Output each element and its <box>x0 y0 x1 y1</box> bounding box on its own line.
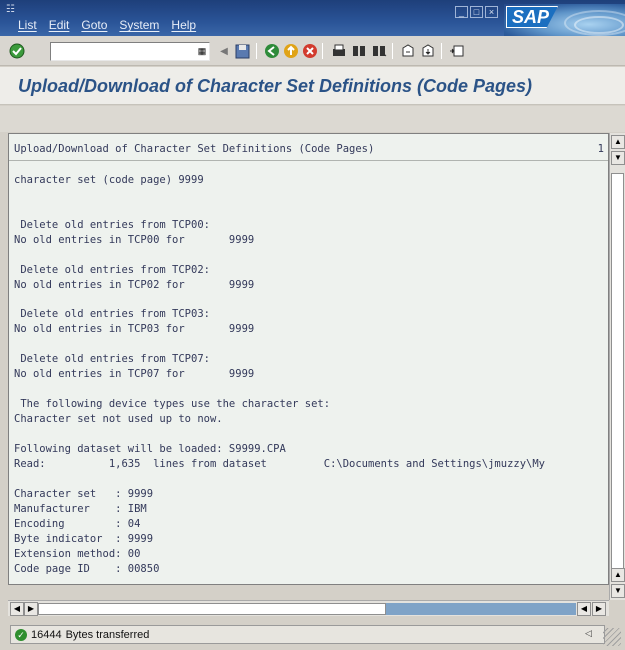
list-line: Character set not used up to now. <box>14 413 223 425</box>
menu-system[interactable]: System <box>119 18 159 32</box>
list-line: Read: 1,635 lines from dataset C:\Docume… <box>14 458 546 470</box>
list-line: Delete old entries from TCP02: <box>14 264 210 276</box>
menu-list[interactable]: List <box>18 18 37 32</box>
first-page-icon[interactable] <box>399 42 417 60</box>
enter-icon[interactable] <box>8 42 26 60</box>
list-header: Upload/Download of Character Set Definit… <box>14 143 375 155</box>
last-page-icon[interactable] <box>419 42 437 60</box>
command-field[interactable] <box>50 42 210 61</box>
status-text: Bytes transferred <box>65 628 150 641</box>
maximize-icon[interactable]: □ <box>470 6 483 18</box>
success-icon: ✓ <box>15 628 27 641</box>
list-line: Extension method: 00 <box>14 548 141 560</box>
page-down-icon[interactable]: ▼ <box>611 151 625 165</box>
title-area: Upload/Download of Character Set Definit… <box>0 67 625 105</box>
cancel-icon[interactable] <box>301 42 319 60</box>
scroll-right-step-icon[interactable]: ▶ <box>24 602 38 616</box>
back-icon[interactable] <box>263 42 281 60</box>
list-line: The following device types use the chara… <box>14 398 331 410</box>
vertical-scrollbar[interactable]: ▲ ▼ ▲ ▼ <box>609 133 625 600</box>
menu-bar: ☷ List Edit Goto System Help _ □ × SAP <box>0 0 625 38</box>
menu-help[interactable]: Help <box>171 18 196 32</box>
list-line: No old entries in TCP03 for 9999 <box>14 323 255 335</box>
list-line: Following dataset will be loaded: S9999.… <box>14 443 286 455</box>
find-icon[interactable] <box>350 42 368 60</box>
scroll-left-end-icon[interactable]: ◀ <box>577 602 591 616</box>
save-icon[interactable] <box>233 42 251 60</box>
list-line: No old entries in TCP02 for 9999 <box>14 279 255 291</box>
layout-icon[interactable] <box>448 42 466 60</box>
minimize-icon[interactable]: _ <box>455 6 468 18</box>
horizontal-scrollbar[interactable]: ◀ ▶ ◀ ▶ <box>8 600 609 616</box>
list-line: No old entries in TCP07 for 9999 <box>14 368 255 380</box>
application-toolbar <box>0 106 625 132</box>
scroll-right-icon[interactable]: ▶ <box>592 602 606 616</box>
scroll-left-icon[interactable]: ◀ <box>10 602 24 616</box>
list-line: Character set : 9999 <box>14 488 154 500</box>
scroll-down-icon[interactable]: ▼ <box>611 584 625 598</box>
command-field-dropdown-icon[interactable]: ▦ <box>193 42 211 60</box>
header-divider <box>9 160 608 161</box>
menu-goto[interactable]: Goto <box>81 18 107 32</box>
print-icon[interactable] <box>330 42 348 60</box>
page-number: 1 <box>597 143 604 155</box>
list-line: Byte indicator : 9999 <box>14 533 154 545</box>
exit-icon[interactable] <box>282 42 300 60</box>
system-menu-icon[interactable]: ☷ <box>6 4 20 16</box>
status-message[interactable]: ✓ 16444 Bytes transferred <box>10 625 605 644</box>
horizontal-scroll-thumb[interactable] <box>38 603 386 615</box>
status-expand-icon[interactable]: ◁ <box>585 628 592 639</box>
horizontal-scroll-track[interactable] <box>386 603 576 615</box>
page-up-icon[interactable]: ▲ <box>611 568 625 582</box>
close-icon[interactable]: × <box>485 6 498 18</box>
find-next-icon[interactable] <box>370 42 388 60</box>
list-line: Delete old entries from TCP03: <box>14 308 210 320</box>
list-line: Delete old entries from TCP07: <box>14 353 210 365</box>
window-controls: _ □ × <box>455 6 498 18</box>
vertical-scroll-thumb[interactable] <box>611 173 624 571</box>
list-line: Delete old entries from TCP00: <box>14 219 210 231</box>
list-output: Upload/Download of Character Set Definit… <box>8 133 609 585</box>
list-line: character set (code page) 9999 <box>14 174 204 186</box>
menu-items: List Edit Goto System Help <box>18 18 196 32</box>
scroll-up-icon[interactable]: ▲ <box>611 135 625 149</box>
list-line: Code page ID : 00850 <box>14 563 160 575</box>
history-back-icon[interactable]: ◀ <box>215 42 233 60</box>
page-title: Upload/Download of Character Set Definit… <box>18 76 533 96</box>
status-count: 16444 <box>31 628 62 641</box>
status-bar: ✓ 16444 Bytes transferred ◁ <box>0 617 625 650</box>
list-line: No old entries in TCP00 for 9999 <box>14 234 255 246</box>
list-line: Encoding : 04 <box>14 518 141 530</box>
standard-toolbar: ▦ ◀ <box>0 36 625 66</box>
list-line: Manufacturer : IBM <box>14 503 147 515</box>
sap-logo: SAP <box>504 4 625 38</box>
resize-grip-icon[interactable] <box>603 628 621 646</box>
menu-edit[interactable]: Edit <box>49 18 70 32</box>
